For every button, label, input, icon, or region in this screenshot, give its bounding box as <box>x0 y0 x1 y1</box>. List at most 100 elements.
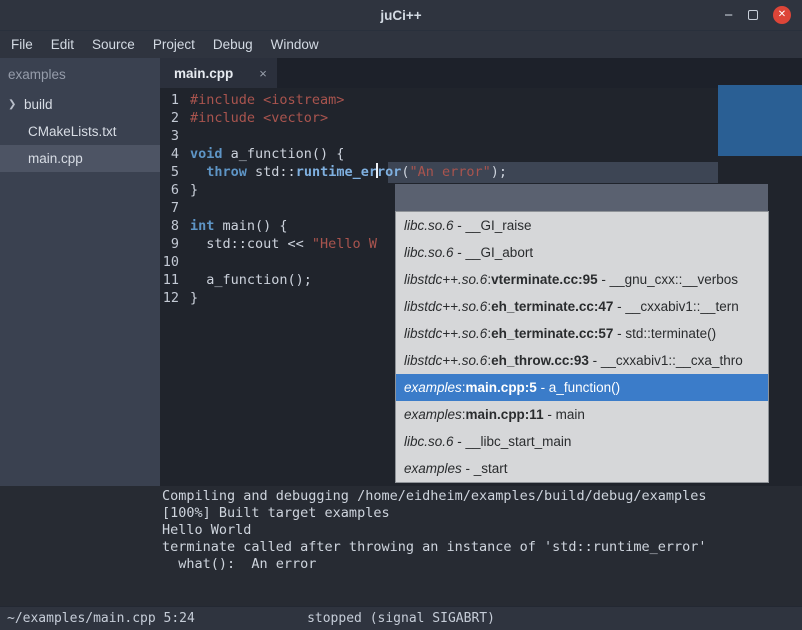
frame-text: - std::terminate() <box>613 326 716 341</box>
frame-text: - a_function() <box>537 380 620 395</box>
project-name-label: examples <box>0 62 160 91</box>
frame-text: libstdc++.so.6 <box>404 272 487 287</box>
code-segment: main() { <box>214 218 287 234</box>
file-label: CMakeLists.txt <box>28 124 117 139</box>
sidebar-item-main-cpp[interactable]: main.cpp <box>0 145 160 172</box>
stack-frame-item[interactable]: libstdc++.so.6:eh_terminate.cc:57 - std:… <box>396 320 768 347</box>
minimize-icon[interactable]: − <box>724 8 733 23</box>
code-line-4[interactable]: 4void a_function() { <box>160 145 802 163</box>
line-number: 7 <box>160 199 190 217</box>
code-segment: "Hello W <box>312 236 377 252</box>
frame-text: libc.so.6 <box>404 245 454 260</box>
code-segment: } <box>190 182 198 198</box>
code-text: int main() { <box>190 217 288 235</box>
frame-text: eh_terminate.cc:57 <box>491 326 613 341</box>
code-segment: ( <box>401 164 409 180</box>
code-line-5[interactable]: 5 throw std::runtime_error("An error"); <box>160 163 802 181</box>
menu-item-source[interactable]: Source <box>83 31 144 58</box>
line-number: 11 <box>160 271 190 289</box>
terminal-line: what(): An error <box>162 556 802 573</box>
code-segment: std:: <box>247 164 296 180</box>
menu-item-file[interactable]: File <box>2 31 42 58</box>
terminal-line: terminate called after throwing an insta… <box>162 539 802 556</box>
frame-text: main.cpp:11 <box>466 407 544 422</box>
frame-text: - __libc_start_main <box>454 434 572 449</box>
frame-text: vterminate.cc:95 <box>491 272 598 287</box>
stack-frame-item[interactable]: libc.so.6 - __libc_start_main <box>396 428 768 455</box>
stack-frame-item[interactable]: examples - _start <box>396 455 768 482</box>
terminal-output[interactable]: Compiling and debugging /home/eidheim/ex… <box>0 486 802 606</box>
frame-text: eh_terminate.cc:47 <box>491 299 613 314</box>
restore-icon[interactable] <box>748 10 758 20</box>
frame-text: - __gnu_cxx::__verbos <box>598 272 738 287</box>
line-number: 3 <box>160 127 190 145</box>
frame-text: - __GI_raise <box>454 218 532 233</box>
code-segment: ); <box>491 164 507 180</box>
line-number: 8 <box>160 217 190 235</box>
stack-frame-item[interactable]: libstdc++.so.6:vterminate.cc:95 - __gnu_… <box>396 266 768 293</box>
code-text: a_function(); <box>190 271 312 289</box>
frame-text: libc.so.6 <box>404 218 454 233</box>
frame-text: - main <box>544 407 585 422</box>
code-segment: } <box>190 290 198 306</box>
frame-text: - __cxxabiv1::__cxa_thro <box>589 353 743 368</box>
stack-frame-item[interactable]: libc.so.6 - __GI_raise <box>396 212 768 239</box>
menu-item-window[interactable]: Window <box>262 31 328 58</box>
tab-bar: main.cpp × <box>160 58 802 88</box>
tab-label: main.cpp <box>174 66 233 81</box>
stack-frame-item[interactable]: libstdc++.so.6:eh_terminate.cc:47 - __cx… <box>396 293 768 320</box>
code-segment: int <box>190 218 214 234</box>
tab-close-icon[interactable]: × <box>259 66 267 81</box>
stack-frame-item[interactable]: examples:main.cpp:11 - main <box>396 401 768 428</box>
app-window: juCi++ − ✕ FileEditSourceProjectDebugWin… <box>0 0 802 630</box>
code-line-2[interactable]: 2#include <vector> <box>160 109 802 127</box>
sidebar-item-cmakelists-txt[interactable]: CMakeLists.txt <box>0 118 160 145</box>
code-text: #include <iostream> <box>190 91 344 109</box>
sidebar-item-build[interactable]: ❯build <box>0 91 160 118</box>
frame-text: main.cpp:5 <box>466 380 537 395</box>
code-text: } <box>190 289 198 307</box>
menu-item-project[interactable]: Project <box>144 31 204 58</box>
menu-item-debug[interactable]: Debug <box>204 31 262 58</box>
code-text: #include <vector> <box>190 109 328 127</box>
code-line-1[interactable]: 1#include <iostream> <box>160 91 802 109</box>
file-label: main.cpp <box>28 151 83 166</box>
code-segment: a_function() { <box>223 146 345 162</box>
frame-text: eh_throw.cc:93 <box>491 353 589 368</box>
terminal-line: Hello World <box>162 522 802 539</box>
code-text: std::cout << "Hello W <box>190 235 377 253</box>
code-segment: #include <iostream> <box>190 92 344 108</box>
menu-bar: FileEditSourceProjectDebugWindow <box>0 30 802 58</box>
blue-tooltip-box <box>718 85 802 156</box>
code-segment: std::cout << <box>190 236 312 252</box>
menu-item-edit[interactable]: Edit <box>42 31 83 58</box>
frame-text: examples <box>404 407 462 422</box>
terminal-line: Compiling and debugging /home/eidheim/ex… <box>162 488 802 505</box>
frame-text: libstdc++.so.6 <box>404 299 487 314</box>
code-segment: a_function(); <box>190 272 312 288</box>
line-number: 9 <box>160 235 190 253</box>
code-text: throw std::runtime_error("An error"); <box>190 163 507 181</box>
code-text: void a_function() { <box>190 145 344 163</box>
frame-text: libstdc++.so.6 <box>404 353 487 368</box>
frame-text: libc.so.6 <box>404 434 454 449</box>
code-segment: #include <vector> <box>190 110 328 126</box>
status-file-position: ~/examples/main.cpp 5:24 <box>0 611 195 626</box>
stack-frame-item[interactable]: libstdc++.so.6:eh_throw.cc:93 - __cxxabi… <box>396 347 768 374</box>
frame-text: examples <box>404 380 462 395</box>
tab-main-cpp[interactable]: main.cpp × <box>160 58 277 88</box>
code-segment: "An error" <box>410 164 491 180</box>
tooltip-box <box>395 184 768 211</box>
file-tree-panel: examples ❯build CMakeLists.txt main.cpp <box>0 58 160 486</box>
code-segment: runtime_er <box>296 164 377 180</box>
stack-frame-item[interactable]: examples:main.cpp:5 - a_function() <box>396 374 768 401</box>
file-tree: ❯build CMakeLists.txt main.cpp <box>0 91 160 172</box>
line-number: 2 <box>160 109 190 127</box>
frame-text: libstdc++.so.6 <box>404 326 487 341</box>
code-line-3[interactable]: 3 <box>160 127 802 145</box>
status-bar: stopped (signal SIGABRT) ~/examples/main… <box>0 606 802 630</box>
code-segment <box>190 164 206 180</box>
code-text: } <box>190 181 198 199</box>
stack-frame-item[interactable]: libc.so.6 - __GI_abort <box>396 239 768 266</box>
close-icon[interactable]: ✕ <box>773 6 791 24</box>
